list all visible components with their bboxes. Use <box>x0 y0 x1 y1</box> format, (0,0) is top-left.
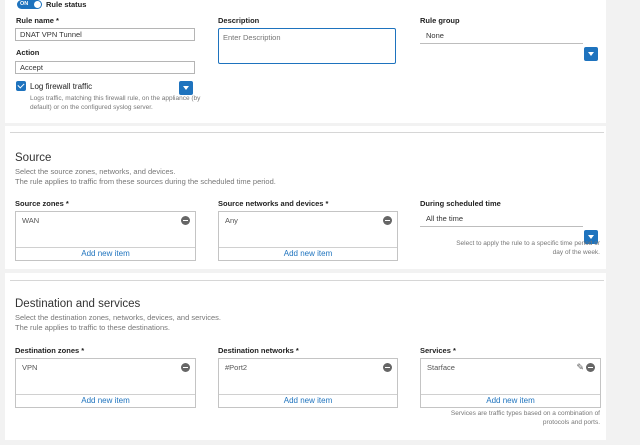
list-item-label: VPN <box>22 363 38 372</box>
rule-name-label: Rule name * <box>16 16 59 25</box>
section-divider <box>10 280 604 281</box>
destination-description-line1: Select the destination zones, networks, … <box>15 313 221 322</box>
description-textarea[interactable] <box>218 28 396 64</box>
services-help-line1: Services are traffic types based on a co… <box>450 410 600 417</box>
source-description: Select the source zones, networks, and d… <box>15 167 276 187</box>
log-traffic-help-line2: default) or on the configured syslog ser… <box>30 104 153 111</box>
remove-icon[interactable] <box>383 216 392 225</box>
add-new-item-button[interactable]: Add new item <box>16 249 195 258</box>
destination-networks-list: #Port2 Add new item <box>218 358 398 408</box>
schedule-select[interactable]: All the time <box>420 211 583 227</box>
destination-card: Destination and services Select the dest… <box>5 273 606 440</box>
checkmark-icon <box>17 81 25 89</box>
log-traffic-help: Logs traffic, matching this firewall rul… <box>30 94 230 112</box>
rule-group-label: Rule group <box>420 16 460 25</box>
rule-status-toggle[interactable]: ON <box>17 0 42 9</box>
list-item: WAN <box>16 212 195 248</box>
rule-status-toggle-knob <box>34 1 41 8</box>
destination-description: Select the destination zones, networks, … <box>15 313 221 333</box>
add-new-item-button[interactable]: Add new item <box>219 396 397 405</box>
action-select[interactable]: Accept <box>15 61 195 74</box>
rule-status-label: Rule status <box>46 0 87 9</box>
add-new-item-button[interactable]: Add new item <box>16 396 195 405</box>
source-networks-list: Any Add new item <box>218 211 398 261</box>
services-list: Starface ✎ Add new item <box>420 358 601 408</box>
list-item: VPN <box>16 359 195 395</box>
remove-icon[interactable] <box>181 216 190 225</box>
source-description-line2: The rule applies to traffic from these s… <box>15 177 276 186</box>
rule-status-toggle-label: ON <box>20 1 29 7</box>
add-new-item-button[interactable]: Add new item <box>421 396 600 405</box>
destination-zones-label: Destination zones * <box>15 346 85 355</box>
rule-name-input[interactable]: DNAT VPN Tunnel <box>15 28 195 41</box>
edit-icon[interactable]: ✎ <box>576 362 584 372</box>
rule-settings-card: ON Rule status Rule name * DNAT VPN Tunn… <box>5 0 606 123</box>
section-divider <box>10 132 604 133</box>
rule-group-select[interactable]: None <box>420 28 583 44</box>
remove-icon[interactable] <box>586 363 595 372</box>
source-description-line1: Select the source zones, networks, and d… <box>15 167 176 176</box>
schedule-help-line1: Select to apply the rule to a specific t… <box>456 240 600 247</box>
log-traffic-help-line1: Logs traffic, matching this firewall rul… <box>30 95 201 102</box>
destination-zones-list: VPN Add new item <box>15 358 196 408</box>
source-title: Source <box>15 152 52 164</box>
log-traffic-checkbox[interactable] <box>16 81 26 91</box>
action-label: Action <box>16 48 40 57</box>
destination-description-line2: The rule applies to traffic to these des… <box>15 323 170 332</box>
list-item-label: WAN <box>22 216 40 225</box>
list-item-label: #Port2 <box>225 363 248 372</box>
services-help-line2: protocols and ports. <box>542 419 600 426</box>
log-traffic-label: Log firewall traffic <box>30 82 93 91</box>
list-item: #Port2 <box>219 359 397 395</box>
add-new-item-button[interactable]: Add new item <box>219 249 397 258</box>
schedule-help: Select to apply the rule to a specific t… <box>410 239 600 257</box>
remove-icon[interactable] <box>181 363 190 372</box>
source-zones-list: WAN Add new item <box>15 211 196 261</box>
rule-group-dropdown-button[interactable] <box>584 47 598 61</box>
list-item: Starface ✎ <box>421 359 600 395</box>
remove-icon[interactable] <box>383 363 392 372</box>
source-networks-label: Source networks and devices * <box>218 199 329 208</box>
description-label: Description <box>218 16 260 25</box>
source-card: Source Select the source zones, networks… <box>5 126 606 269</box>
destination-title: Destination and services <box>15 298 141 310</box>
services-help: Services are traffic types based on a co… <box>410 409 600 427</box>
list-item-label: Any <box>225 216 238 225</box>
log-traffic-dropdown-button[interactable] <box>179 81 193 95</box>
destination-networks-label: Destination networks * <box>218 346 299 355</box>
list-item-label: Starface <box>427 363 455 372</box>
services-label: Services * <box>420 346 456 355</box>
schedule-help-line2: day of the week. <box>552 249 600 256</box>
source-zones-label: Source zones * <box>15 199 69 208</box>
list-item: Any <box>219 212 397 248</box>
schedule-label: During scheduled time <box>420 199 501 208</box>
